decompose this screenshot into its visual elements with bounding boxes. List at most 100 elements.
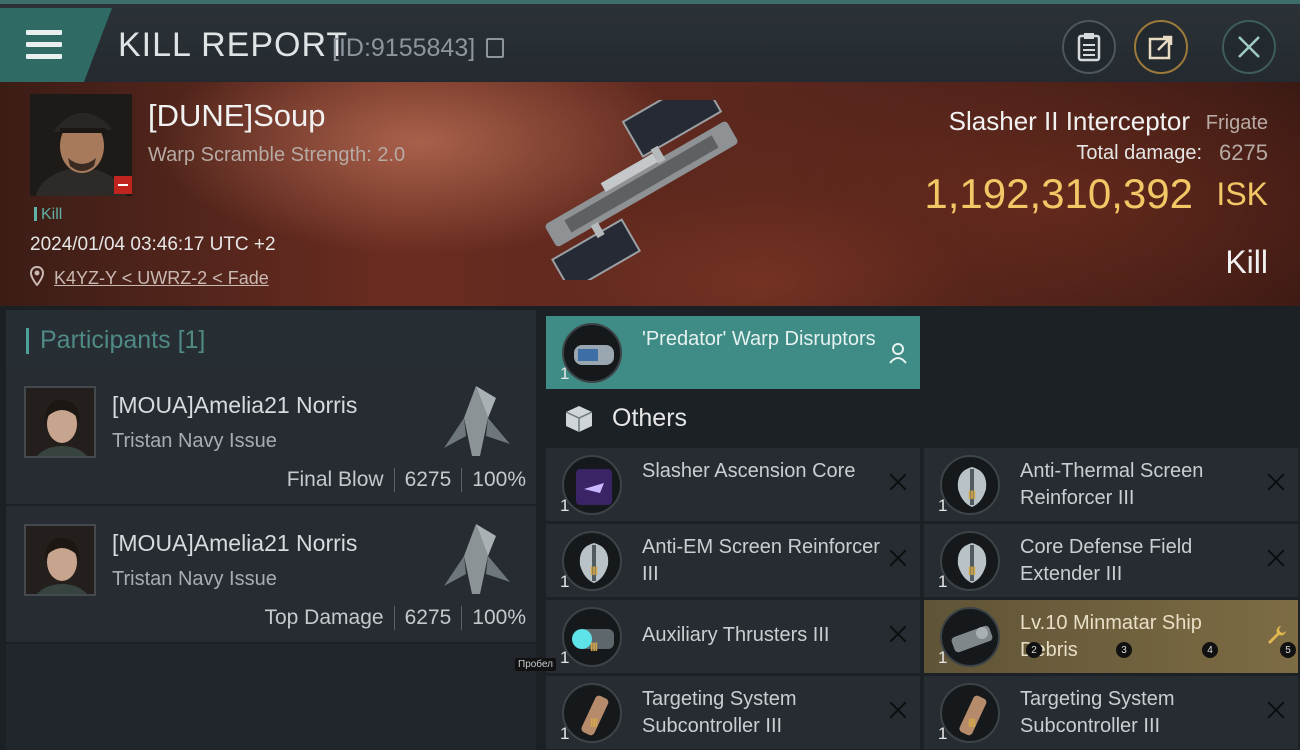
module-name: Anti-EM Screen Reinforcer III xyxy=(642,536,880,585)
module-name: Slasher Ascension Core xyxy=(642,460,856,482)
module-name: Core Defense Field Extender III xyxy=(1020,536,1193,585)
module-item[interactable]: III 1 Core Defense Field Extender III xyxy=(924,524,1298,597)
hotkey-badge: 3 xyxy=(1116,642,1132,658)
module-qty: 1 xyxy=(560,572,570,591)
module-item[interactable]: III 1 Auxiliary Thrusters III xyxy=(546,600,920,673)
module-qty: 1 xyxy=(938,496,948,515)
participants-header: Participants [1] xyxy=(6,310,536,368)
others-section-header: Others xyxy=(542,392,916,444)
kill-location-link[interactable]: K4YZ-Y < UWRZ-2 < Fade xyxy=(54,268,269,289)
destroyed-x-icon xyxy=(888,624,908,644)
module-name: Auxiliary Thrusters III xyxy=(642,624,830,646)
destroyed-x-icon xyxy=(888,472,908,492)
tier-III-icon: III xyxy=(590,564,598,578)
victim-name[interactable]: [DUNE]Soup xyxy=(148,98,325,134)
participant-role: Final Blow xyxy=(286,468,384,491)
top-bar: KILL REPORT [ID:9155843] xyxy=(0,0,1300,82)
cargo-box-icon xyxy=(565,406,593,432)
shield-reinforcer-icon xyxy=(940,455,1000,515)
module-qty: 1 xyxy=(938,648,948,667)
module-item[interactable]: III 1 Targeting System Subcontroller III xyxy=(924,676,1298,749)
participant-damage: 6275 xyxy=(404,468,452,491)
destroyed-x-icon xyxy=(1266,548,1286,568)
ship-class: Frigate xyxy=(1205,112,1268,134)
close-button[interactable] xyxy=(1222,20,1276,74)
participant-portrait-image xyxy=(26,388,94,456)
module-name: Lv.10 Minmatar Ship Debris xyxy=(1020,612,1202,661)
participant-name[interactable]: [MOUA]Amelia21 Norris xyxy=(112,392,357,419)
report-id: [ID:9155843] xyxy=(332,34,476,62)
tier-III-icon: III xyxy=(590,716,598,730)
module-warp-disruptor[interactable]: 1 'Predator' Warp Disruptors xyxy=(546,316,920,389)
module-qty: 1 xyxy=(938,724,948,743)
modules-panel: 1 'Predator' Warp Disruptors Others 1 Sl… xyxy=(542,310,1300,750)
person-icon xyxy=(889,343,907,364)
destroyed-x-icon xyxy=(1266,472,1286,492)
clipboard-button[interactable] xyxy=(1062,20,1116,74)
copy-id-icon[interactable] xyxy=(486,38,504,58)
targeting-subcontroller-icon xyxy=(562,683,622,743)
tier-III-icon: III xyxy=(590,640,598,654)
others-label: Others xyxy=(612,404,688,432)
hotkey-badge: 4 xyxy=(1202,642,1218,658)
module-name: Anti-Thermal Screen Reinforcer III xyxy=(1020,460,1204,509)
module-qty: 1 xyxy=(560,364,570,383)
ship-debris-icon xyxy=(940,607,1000,667)
kill-datetime: 2024/01/04 03:46:17 UTC +2 xyxy=(30,234,276,255)
destroyed-x-icon xyxy=(888,700,908,720)
participant-role: Top Damage xyxy=(264,606,384,629)
shield-reinforcer-icon xyxy=(562,531,622,591)
participants-count: [1] xyxy=(177,326,206,354)
participant-ship: Tristan Navy Issue xyxy=(112,568,277,590)
participants-panel: Participants [1] [MOUA]Amelia21 Norris T… xyxy=(6,310,536,750)
menu-button[interactable] xyxy=(0,8,112,82)
hamburger-icon xyxy=(26,30,62,60)
participant-row[interactable]: [MOUA]Amelia21 Norris Tristan Navy Issue… xyxy=(6,368,536,506)
ascension-core-icon xyxy=(562,455,622,515)
participant-avatar[interactable] xyxy=(24,524,96,596)
module-item[interactable]: III 1 Targeting System Subcontroller III xyxy=(546,676,920,749)
module-item-debris[interactable]: 1 Lv.10 Minmatar Ship Debris 2 3 4 5 xyxy=(924,600,1298,673)
loss-indicator-icon xyxy=(114,176,132,194)
stat-divider xyxy=(393,468,395,492)
scramble-strength: Warp Scramble Strength: 2.0 xyxy=(148,144,406,166)
participants-label: Participants xyxy=(40,326,171,354)
participant-stats: Final Blow 6275 100% xyxy=(287,468,526,492)
kill-result: Kill xyxy=(1225,244,1268,280)
module-qty: 1 xyxy=(560,648,570,667)
participant-ship-image xyxy=(444,386,510,456)
clipboard-icon xyxy=(1077,33,1101,62)
header-accent xyxy=(26,328,29,354)
kill-tag: Kill xyxy=(34,206,62,224)
module-qty: 1 xyxy=(560,496,570,515)
participant-ship-image xyxy=(444,524,510,594)
tier-III-icon: III xyxy=(968,564,976,578)
module-name: 'Predator' Warp Disruptors xyxy=(642,328,876,350)
module-item[interactable]: III 1 Anti-Thermal Screen Reinforcer III xyxy=(924,448,1298,521)
shield-extender-icon xyxy=(940,531,1000,591)
module-qty: 1 xyxy=(560,724,570,743)
module-item[interactable]: III 1 Anti-EM Screen Reinforcer III xyxy=(546,524,920,597)
total-damage-value: 6275 xyxy=(1219,140,1268,165)
participant-damage: 6275 xyxy=(404,606,452,629)
stat-divider xyxy=(461,606,463,630)
tier-III-icon: III xyxy=(968,488,976,502)
hotkey-badge: 2 xyxy=(1026,642,1042,658)
isk-value: 1,192,310,392 xyxy=(924,170,1193,217)
participant-avatar[interactable] xyxy=(24,386,96,458)
stat-divider xyxy=(393,606,395,630)
hotkey-badge: 5 xyxy=(1280,642,1296,658)
participant-name[interactable]: [MOUA]Amelia21 Norris xyxy=(112,530,357,557)
participant-row[interactable]: [MOUA]Amelia21 Norris Tristan Navy Issue… xyxy=(6,506,536,644)
participant-stats: Top Damage 6275 100% xyxy=(264,606,526,630)
module-name: Targeting System Subcontroller III xyxy=(642,688,797,737)
location-pin-icon xyxy=(30,266,44,286)
tier-III-icon: III xyxy=(968,716,976,730)
module-item[interactable]: 1 Slasher Ascension Core xyxy=(546,448,920,521)
ship-name[interactable]: Slasher II Interceptor xyxy=(949,106,1190,137)
participant-portrait-image xyxy=(26,526,94,594)
isk-unit: ISK xyxy=(1216,176,1268,212)
thruster-icon xyxy=(562,607,622,667)
share-button[interactable] xyxy=(1134,20,1188,74)
warp-disruptor-icon xyxy=(562,323,622,383)
